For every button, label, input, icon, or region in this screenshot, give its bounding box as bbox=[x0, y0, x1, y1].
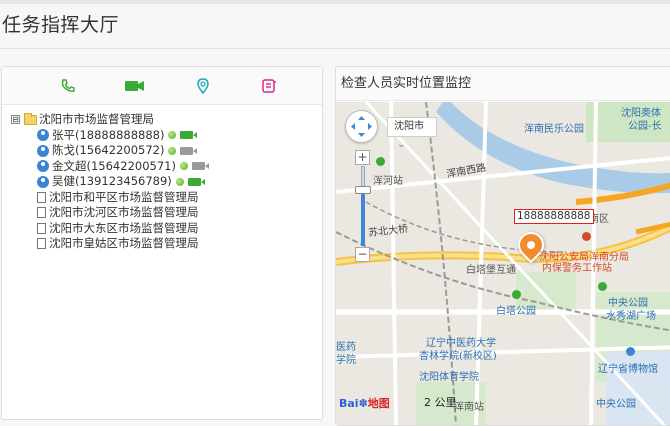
map-label-gym: 沈阳体育学院 bbox=[419, 372, 479, 383]
online-status-icon bbox=[168, 131, 177, 140]
map-panel-title: 检查人员实时位置监控 bbox=[336, 67, 670, 101]
park-icon bbox=[512, 290, 521, 299]
chevron-down-icon: ⌄ bbox=[397, 139, 406, 150]
logo-suffix: 地图 bbox=[367, 397, 390, 410]
map-label-park2: 白塔公园 bbox=[496, 306, 536, 317]
map-label-top-right2: 公园-长 bbox=[628, 121, 662, 132]
org-tree: ⊟ 沈阳市市场监督管理局 张平(18888888888) 陈戈(15642200… bbox=[11, 112, 209, 252]
user-icon bbox=[37, 160, 49, 173]
phone-icon[interactable] bbox=[59, 77, 77, 95]
document-icon bbox=[37, 207, 46, 219]
park-icon bbox=[598, 282, 607, 291]
marker-phone-label[interactable]: 18888888888 bbox=[514, 209, 594, 224]
branch-node[interactable]: 沈阳市大东区市场监督管理局 bbox=[37, 221, 205, 237]
video-camera-icon[interactable] bbox=[124, 77, 146, 95]
video-icon[interactable] bbox=[180, 146, 198, 155]
city-name: 沈阳市 bbox=[394, 121, 424, 132]
document-icon bbox=[37, 222, 46, 234]
person-label[interactable]: 张平(18888888888) bbox=[52, 128, 164, 144]
police-icon bbox=[582, 232, 591, 241]
pan-control[interactable] bbox=[345, 110, 378, 143]
person-label[interactable]: 金文超(15642200571) bbox=[52, 159, 176, 175]
person-node[interactable]: 金文超(15642200571) bbox=[37, 159, 209, 175]
user-icon bbox=[37, 129, 49, 142]
zoom-in-button[interactable]: + bbox=[355, 150, 370, 165]
video-icon[interactable] bbox=[180, 131, 198, 140]
baidu-logo: Bai✽地图 bbox=[339, 395, 390, 411]
document-icon bbox=[37, 238, 46, 250]
map-scale: 2 公里 bbox=[424, 396, 457, 409]
person-node[interactable]: 陈戈(15642200572) bbox=[37, 143, 205, 159]
map-label-museum: 辽宁省博物馆 bbox=[598, 364, 658, 375]
person-label[interactable]: 吴健(13912345678​9) bbox=[52, 174, 172, 190]
branch-label[interactable]: 沈阳市和平区市场监督管理局 bbox=[49, 190, 199, 206]
branch-node[interactable]: 沈阳市皇姑区市场监督管理局 bbox=[37, 236, 205, 252]
map-canvas[interactable]: 沈阳奥体 公园-长 浑南民乐公园 浑河站 浑南西路 苏北大桥 南区 白塔堡互通 … bbox=[336, 102, 670, 425]
zoom-slider-handle[interactable] bbox=[355, 186, 371, 194]
title-divider bbox=[0, 48, 670, 49]
marker-caption-line1: 沈阳公安局浑南分局 bbox=[539, 252, 629, 263]
online-status-icon bbox=[179, 162, 188, 171]
location-icon[interactable] bbox=[194, 77, 212, 95]
tree-root[interactable]: ⊟ 沈阳市市场监督管理局 bbox=[11, 112, 205, 128]
folder-icon bbox=[24, 112, 37, 125]
user-icon bbox=[37, 175, 49, 188]
video-icon[interactable] bbox=[191, 162, 209, 171]
city-selector[interactable]: 沈阳市 ⌄ bbox=[387, 117, 437, 150]
branch-label[interactable]: 沈阳市皇姑区市场监督管理局 bbox=[49, 236, 199, 252]
map-label-south: 浑南站 bbox=[454, 402, 484, 413]
pan-arrows-icon bbox=[351, 116, 372, 137]
map-panel: 检查人员实时位置监控 沈阳奥体 公园-长 浑南民乐公园 浑河站 浑南西路 苏北大… bbox=[335, 66, 670, 426]
collapse-toggle[interactable]: ⊟ bbox=[11, 115, 20, 125]
marker-caption-line2: 内保警务工作站 bbox=[542, 263, 612, 274]
map-label-square: 水秀湖广场 bbox=[606, 311, 656, 322]
map-label-park4: 中央公园 bbox=[596, 399, 636, 410]
map-label-campus: 杏林学院(新校区) bbox=[419, 351, 497, 362]
station-icon bbox=[376, 157, 385, 166]
tree-root-label[interactable]: 沈阳市市场监督管理局 bbox=[39, 112, 154, 128]
map-label-station1: 浑河站 bbox=[373, 176, 403, 187]
museum-icon bbox=[626, 347, 635, 356]
branch-node[interactable]: 沈阳市和平区市场监督管理局 bbox=[37, 190, 205, 206]
zoom-slider-fill bbox=[361, 192, 365, 246]
zoom-out-button[interactable]: − bbox=[355, 247, 370, 262]
org-tree-panel: ⊟ 沈阳市市场监督管理局 张平(18888888888) 陈戈(15642200… bbox=[1, 66, 323, 420]
note-icon[interactable] bbox=[260, 77, 278, 95]
branch-label[interactable]: 沈阳市大东区市场监督管理局 bbox=[49, 221, 199, 237]
video-icon[interactable] bbox=[187, 177, 205, 186]
map-label-park1: 浑南民乐公园 bbox=[524, 124, 584, 135]
page-title: 任务指挥大厅 bbox=[2, 14, 120, 36]
map-label-tower: 白塔堡互通 bbox=[466, 265, 516, 276]
branch-node[interactable]: 沈阳市沈河区市场监督管理局 bbox=[37, 205, 205, 221]
branch-label[interactable]: 沈阳市沈河区市场监督管理局 bbox=[49, 205, 199, 221]
map-label-left2: 学院 bbox=[336, 355, 356, 366]
online-status-icon bbox=[168, 146, 177, 155]
user-icon bbox=[37, 144, 49, 157]
logo-paw-icon: ✽ bbox=[358, 397, 368, 410]
person-node[interactable]: 吴健(13912345678​9) bbox=[37, 174, 205, 190]
online-status-icon bbox=[175, 177, 184, 186]
action-toolbar bbox=[2, 67, 322, 105]
logo-text: Bai bbox=[339, 397, 359, 410]
person-node[interactable]: 张平(18888888888) bbox=[37, 128, 205, 144]
document-icon bbox=[37, 191, 46, 203]
person-label[interactable]: 陈戈(15642200572) bbox=[52, 143, 164, 159]
top-strip bbox=[0, 0, 670, 4]
